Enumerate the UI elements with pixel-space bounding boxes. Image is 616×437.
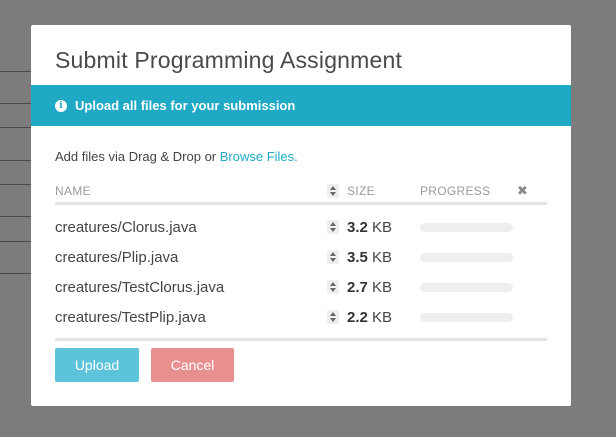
background-divider	[0, 184, 32, 185]
file-size-unit: KB	[372, 279, 393, 296]
table-row: creatures/Plip.java 3.5 KB	[55, 242, 547, 272]
info-icon: i	[55, 99, 67, 112]
file-size-unit: KB	[372, 249, 393, 266]
banner-text: Upload all files for your submission	[75, 98, 296, 113]
file-size-value: 2.2	[347, 309, 368, 326]
column-header-name[interactable]: NAME	[55, 184, 91, 198]
sort-icon[interactable]	[327, 310, 339, 328]
background-divider	[0, 160, 32, 161]
progress-bar	[420, 313, 513, 322]
table-row: creatures/TestClorus.java 2.7 KB	[55, 272, 547, 302]
modal-title: Submit Programming Assignment	[55, 47, 403, 73]
file-name: creatures/TestClorus.java	[55, 279, 225, 296]
progress-bar	[420, 223, 513, 232]
sort-icon[interactable]	[327, 220, 339, 238]
file-size-unit: KB	[372, 309, 393, 326]
sort-icon[interactable]	[327, 184, 339, 201]
file-size: 2.2 KB	[347, 309, 392, 326]
file-size: 3.2 KB	[347, 219, 392, 236]
file-size: 3.5 KB	[347, 249, 392, 266]
table-header: NAME SIZE PROGRESS ✖	[55, 177, 547, 205]
file-name: creatures/TestPlip.java	[55, 309, 206, 326]
background-divider	[0, 241, 32, 242]
file-name: creatures/Clorus.java	[55, 219, 197, 236]
file-size: 2.7 KB	[347, 279, 392, 296]
table-row: creatures/Clorus.java 3.2 KB	[55, 212, 547, 242]
column-header-progress: PROGRESS	[420, 184, 491, 198]
sort-icon[interactable]	[327, 250, 339, 268]
table-row: creatures/TestPlip.java 2.2 KB	[55, 302, 547, 332]
table-footer-divider	[55, 338, 547, 341]
clear-all-icon[interactable]: ✖	[517, 183, 528, 199]
info-banner: i Upload all files for your submission	[31, 85, 571, 126]
table-body: creatures/Clorus.java 3.2 KB creatures/Pli…	[55, 212, 547, 332]
add-files-text: Add files via Drag & Drop or	[55, 149, 220, 164]
progress-bar	[420, 253, 513, 262]
file-name: creatures/Plip.java	[55, 249, 179, 266]
background-divider	[0, 103, 32, 104]
background-divider	[0, 216, 32, 217]
background-divider	[0, 273, 32, 274]
progress-bar	[420, 283, 513, 292]
background-divider	[0, 71, 32, 72]
cancel-button[interactable]: Cancel	[151, 348, 234, 382]
sort-icon[interactable]	[327, 280, 339, 298]
file-size-value: 2.7	[347, 279, 368, 296]
submit-assignment-modal: Submit Programming Assignment i Upload a…	[31, 25, 571, 406]
browse-files-link[interactable]: Browse Files.	[220, 149, 298, 164]
background-divider	[0, 127, 32, 128]
file-size-value: 3.5	[347, 249, 368, 266]
upload-button[interactable]: Upload	[55, 348, 139, 382]
column-header-size[interactable]: SIZE	[347, 184, 375, 198]
add-files-instructions: Add files via Drag & Drop or Browse File…	[55, 149, 298, 164]
file-size-unit: KB	[372, 219, 393, 236]
file-table: NAME SIZE PROGRESS ✖ creatures/Clorus.ja…	[55, 177, 547, 332]
file-size-value: 3.2	[347, 219, 368, 236]
